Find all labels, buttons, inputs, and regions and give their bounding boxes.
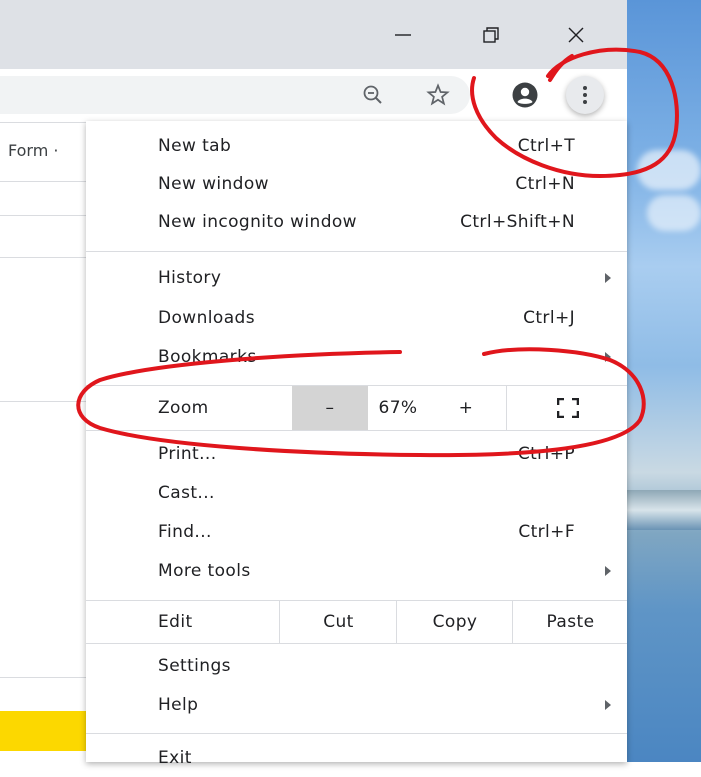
menu-item-new-tab[interactable]: New tab Ctrl+T	[86, 129, 627, 165]
minimize-button[interactable]	[375, 0, 431, 69]
cut-button[interactable]: Cut	[279, 601, 397, 643]
menu-item-new-window[interactable]: New window Ctrl+N	[86, 167, 627, 203]
cut-label: Cut	[323, 612, 354, 632]
browser-titlebar	[0, 0, 627, 69]
menu-item-help[interactable]: Help	[86, 688, 627, 724]
menu-item-label: Downloads	[158, 308, 255, 328]
restore-icon	[483, 26, 499, 43]
edit-row: Edit Cut Copy Paste	[86, 601, 627, 643]
menu-item-history[interactable]: History	[86, 261, 627, 297]
zoom-label: Zoom	[158, 398, 209, 418]
divider	[0, 677, 86, 678]
menu-item-label: Find...	[158, 522, 212, 542]
zoom-minus-label: –	[325, 398, 335, 418]
menu-separator	[86, 251, 627, 252]
menu-item-more-tools[interactable]: More tools	[86, 554, 627, 590]
menu-item-label: Print...	[158, 444, 217, 464]
divider	[0, 181, 86, 182]
menu-separator	[86, 733, 627, 734]
menu-item-downloads[interactable]: Downloads Ctrl+J	[86, 301, 627, 337]
address-bar[interactable]	[0, 76, 470, 114]
menu-item-new-incognito-window[interactable]: New incognito window Ctrl+Shift+N	[86, 205, 627, 241]
shoreline	[627, 490, 701, 530]
menu-item-shortcut: Ctrl+T	[517, 136, 575, 156]
paste-button[interactable]: Paste	[512, 601, 628, 643]
chrome-main-menu: New tab Ctrl+T New window Ctrl+N New inc…	[86, 121, 627, 768]
cloud	[637, 150, 701, 190]
menu-separator	[86, 430, 627, 431]
minimize-icon	[395, 33, 411, 36]
menu-item-label: Cast...	[158, 483, 215, 503]
copy-label: Copy	[432, 612, 478, 632]
zoom-out-icon	[363, 85, 382, 104]
menu-separator	[86, 643, 627, 644]
menu-item-label: Exit	[158, 748, 192, 768]
menu-item-shortcut: Ctrl+P	[517, 444, 575, 464]
divider	[0, 215, 86, 216]
submenu-arrow-icon	[605, 700, 611, 710]
submenu-arrow-icon	[605, 352, 611, 362]
menu-item-label: Bookmarks	[158, 347, 257, 367]
zoom-plus-label: +	[458, 398, 474, 418]
menu-item-shortcut: Ctrl+J	[523, 308, 575, 328]
close-button[interactable]	[548, 0, 604, 69]
yellow-banner	[0, 711, 86, 751]
zoom-in-button[interactable]: +	[431, 386, 501, 430]
star-icon	[426, 83, 450, 106]
menu-item-cast[interactable]: Cast...	[86, 476, 627, 512]
menu-item-label: History	[158, 268, 222, 288]
copy-button[interactable]: Copy	[396, 601, 513, 643]
menu-item-label: New incognito window	[158, 212, 357, 232]
page-partial-text: Form ·	[8, 141, 59, 160]
browser-toolbar	[0, 69, 627, 123]
paste-label: Paste	[546, 612, 595, 632]
menu-item-label: New tab	[158, 136, 232, 156]
cloud	[647, 195, 701, 231]
fullscreen-button[interactable]	[506, 386, 628, 430]
zoom-out-button[interactable]: –	[292, 386, 368, 430]
menu-item-shortcut: Ctrl+Shift+N	[460, 212, 575, 232]
bookmark-star-button[interactable]	[422, 79, 454, 111]
chrome-menu-button[interactable]	[566, 76, 604, 114]
edit-label: Edit	[158, 612, 193, 632]
zoom-level: 67%	[378, 398, 418, 418]
divider	[0, 401, 86, 402]
desktop-wallpaper	[627, 0, 701, 762]
close-icon	[568, 27, 584, 42]
menu-item-shortcut: Ctrl+F	[518, 522, 575, 542]
fullscreen-icon	[556, 398, 579, 418]
menu-item-label: Help	[158, 695, 199, 715]
menu-item-find[interactable]: Find... Ctrl+F	[86, 515, 627, 551]
profile-button[interactable]	[509, 79, 541, 111]
menu-item-label: New window	[158, 174, 269, 194]
menu-item-label: Settings	[158, 656, 231, 676]
restore-button[interactable]	[463, 0, 519, 69]
menu-item-exit[interactable]: Exit	[86, 741, 627, 777]
menu-item-label: More tools	[158, 561, 251, 581]
menu-item-settings[interactable]: Settings	[86, 649, 627, 685]
menu-item-print[interactable]: Print... Ctrl+P	[86, 437, 627, 473]
menu-item-bookmarks[interactable]: Bookmarks	[86, 340, 627, 376]
divider	[0, 257, 86, 258]
more-vert-icon	[583, 86, 587, 104]
zoom-out-indicator-button[interactable]	[357, 79, 389, 111]
submenu-arrow-icon	[605, 566, 611, 576]
menu-item-shortcut: Ctrl+N	[515, 174, 575, 194]
submenu-arrow-icon	[605, 273, 611, 283]
zoom-row: Zoom – 67% +	[86, 386, 627, 430]
profile-icon	[512, 82, 538, 108]
